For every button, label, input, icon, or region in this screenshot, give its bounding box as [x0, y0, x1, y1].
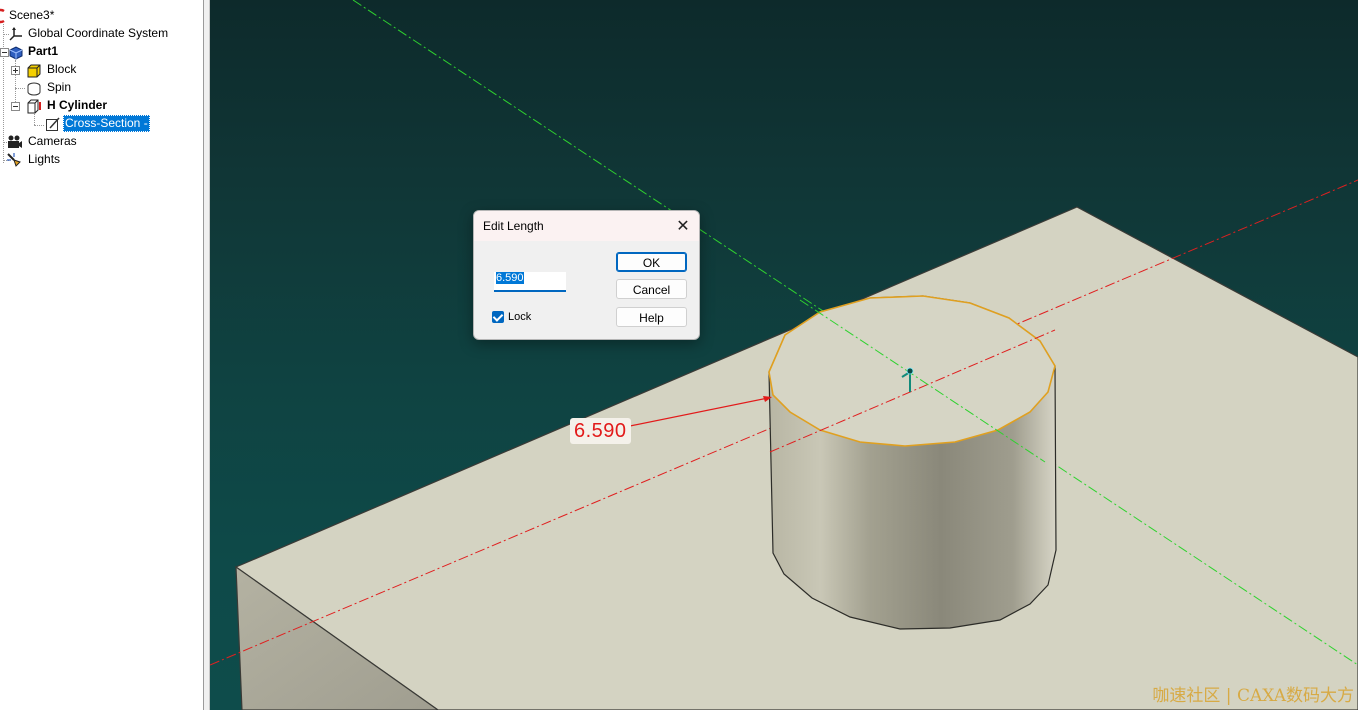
tree-item-label: Spin	[47, 80, 72, 94]
tree-item-label: Part1	[28, 44, 59, 58]
tree-connector	[34, 125, 44, 126]
center-point[interactable]	[906, 367, 914, 375]
tree-item-label: Cross-Section -	[63, 115, 150, 132]
checkbox-checked-icon[interactable]	[492, 311, 504, 323]
edit-length-dialog: Edit Length ✕ 6.590 Lock OK Cancel Help	[473, 210, 700, 340]
tree-item-label: H Cylinder	[47, 98, 108, 112]
dialog-titlebar[interactable]: Edit Length ✕	[474, 211, 699, 241]
help-button[interactable]: Help	[616, 307, 687, 327]
sketch-icon	[46, 117, 60, 131]
tree-connector	[34, 114, 35, 125]
expand-toggle[interactable]	[11, 66, 20, 75]
tree-item-label: Scene3*	[9, 8, 55, 22]
watermark-text: 咖速社区 | CAXA数码大方	[1152, 686, 1354, 706]
tree-item-label: Block	[47, 62, 77, 76]
3d-viewport[interactable]: 6.590 咖速社区 | CAXA数码大方	[210, 0, 1358, 710]
lock-label: Lock	[508, 311, 532, 323]
light-icon	[7, 153, 21, 167]
tree-item-label: Lights	[28, 152, 61, 166]
close-icon[interactable]: ✕	[673, 216, 693, 236]
length-input[interactable]: 6.590	[494, 272, 566, 292]
cancel-button[interactable]: Cancel	[616, 279, 687, 299]
dimension-label[interactable]: 6.590	[570, 418, 631, 444]
tree-item-label: Cameras	[28, 134, 77, 148]
ok-button[interactable]: OK	[616, 252, 687, 272]
cylinder-icon	[27, 99, 41, 114]
collapse-toggle[interactable]	[11, 102, 20, 111]
dialog-title: Edit Length	[483, 219, 544, 233]
tree-item-label: Global Coordinate System	[28, 26, 169, 40]
scene-canvas	[210, 0, 1358, 710]
tree-connector	[15, 88, 25, 89]
part-icon	[9, 46, 23, 60]
block-icon	[27, 64, 41, 78]
length-input-value: 6.590	[496, 272, 524, 284]
camera-icon	[8, 135, 22, 148]
axes-icon	[9, 27, 22, 41]
scene-tree-panel: Scene3* Global Coordinate System Part1 B…	[0, 0, 204, 710]
spin-icon	[27, 82, 41, 96]
